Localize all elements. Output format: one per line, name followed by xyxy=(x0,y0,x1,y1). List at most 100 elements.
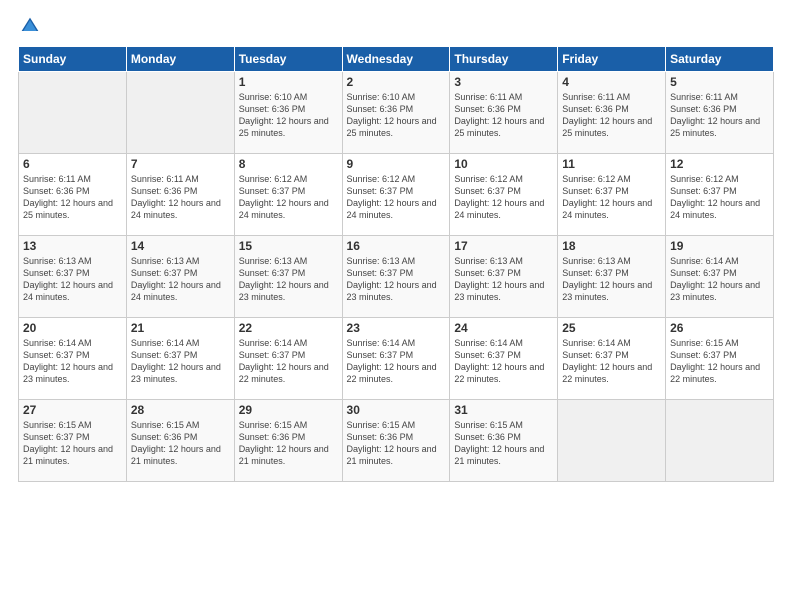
header xyxy=(18,16,774,36)
day-number: 29 xyxy=(239,403,338,417)
cell-info: Sunrise: 6:11 AMSunset: 6:36 PMDaylight:… xyxy=(670,91,769,140)
cell-info: Sunrise: 6:14 AMSunset: 6:37 PMDaylight:… xyxy=(454,337,553,386)
day-number: 10 xyxy=(454,157,553,171)
calendar-cell: 1 Sunrise: 6:10 AMSunset: 6:36 PMDaylight… xyxy=(234,72,342,154)
day-number: 12 xyxy=(670,157,769,171)
cell-info: Sunrise: 6:12 AMSunset: 6:37 PMDaylight:… xyxy=(562,173,661,222)
calendar-cell: 28Sunrise: 6:15 AMSunset: 6:36 PMDayligh… xyxy=(126,400,234,482)
calendar-cell: 26 Sunrise: 6:15 AMSunset: 6:37 PMDayligh… xyxy=(666,318,774,400)
calendar-cell: 14 Sunrise: 6:13 AMSunset: 6:37 PMDayligh… xyxy=(126,236,234,318)
calendar-cell: 12 Sunrise: 6:12 AMSunset: 6:37 PMDayligh… xyxy=(666,154,774,236)
cell-info: Sunrise: 6:14 AMSunset: 6:37 PMDaylight:… xyxy=(239,337,338,386)
cell-info: Sunrise: 6:14 AMSunset: 6:37 PMDaylight:… xyxy=(131,337,230,386)
week-row-3: 13Sunrise: 6:13 AMSunset: 6:37 PMDayligh… xyxy=(19,236,774,318)
cell-info: Sunrise: 6:15 AMSunset: 6:36 PMDaylight:… xyxy=(239,419,338,468)
calendar-cell: 9Sunrise: 6:12 AMSunset: 6:37 PMDaylight… xyxy=(342,154,450,236)
weekday-header-friday: Friday xyxy=(558,47,666,72)
cell-info: Sunrise: 6:15 AMSunset: 6:37 PMDaylight:… xyxy=(670,337,769,386)
day-number: 19 xyxy=(670,239,769,253)
weekday-header-row: SundayMondayTuesdayWednesdayThursdayFrid… xyxy=(19,47,774,72)
cell-info: Sunrise: 6:12 AMSunset: 6:37 PMDaylight:… xyxy=(239,173,338,222)
cell-info: Sunrise: 6:15 AMSunset: 6:36 PMDaylight:… xyxy=(131,419,230,468)
calendar-cell: 10 Sunrise: 6:12 AMSunset: 6:37 PMDayligh… xyxy=(450,154,558,236)
week-row-1: 1 Sunrise: 6:10 AMSunset: 6:36 PMDaylight… xyxy=(19,72,774,154)
cell-info: Sunrise: 6:11 AMSunset: 6:36 PMDaylight:… xyxy=(131,173,230,222)
calendar-cell: 30Sunrise: 6:15 AMSunset: 6:36 PMDayligh… xyxy=(342,400,450,482)
day-number: 26 xyxy=(670,321,769,335)
cell-info: Sunrise: 6:12 AMSunset: 6:37 PMDaylight:… xyxy=(670,173,769,222)
day-number: 11 xyxy=(562,157,661,171)
calendar-cell: 5 Sunrise: 6:11 AMSunset: 6:36 PMDaylight… xyxy=(666,72,774,154)
calendar-cell: 6 Sunrise: 6:11 AMSunset: 6:36 PMDaylight… xyxy=(19,154,127,236)
calendar-table: SundayMondayTuesdayWednesdayThursdayFrid… xyxy=(18,46,774,482)
day-number: 20 xyxy=(23,321,122,335)
weekday-header-sunday: Sunday xyxy=(19,47,127,72)
calendar-cell: 3 Sunrise: 6:11 AMSunset: 6:36 PMDaylight… xyxy=(450,72,558,154)
day-number: 1 xyxy=(239,75,338,89)
cell-info: Sunrise: 6:10 AMSunset: 6:36 PMDaylight:… xyxy=(347,91,446,140)
calendar-cell: 17Sunrise: 6:13 AMSunset: 6:37 PMDayligh… xyxy=(450,236,558,318)
calendar-cell: 15Sunrise: 6:13 AMSunset: 6:37 PMDayligh… xyxy=(234,236,342,318)
weekday-header-monday: Monday xyxy=(126,47,234,72)
day-number: 18 xyxy=(562,239,661,253)
day-number: 31 xyxy=(454,403,553,417)
cell-info: Sunrise: 6:13 AMSunset: 6:37 PMDaylight:… xyxy=(562,255,661,304)
calendar-cell: 2 Sunrise: 6:10 AMSunset: 6:36 PMDaylight… xyxy=(342,72,450,154)
cell-info: Sunrise: 6:15 AMSunset: 6:36 PMDaylight:… xyxy=(454,419,553,468)
cell-info: Sunrise: 6:15 AMSunset: 6:37 PMDaylight:… xyxy=(23,419,122,468)
calendar-cell: 22 Sunrise: 6:14 AMSunset: 6:37 PMDayligh… xyxy=(234,318,342,400)
calendar-cell: 4 Sunrise: 6:11 AMSunset: 6:36 PMDaylight… xyxy=(558,72,666,154)
cell-info: Sunrise: 6:14 AMSunset: 6:37 PMDaylight:… xyxy=(347,337,446,386)
cell-info: Sunrise: 6:13 AMSunset: 6:37 PMDaylight:… xyxy=(239,255,338,304)
day-number: 5 xyxy=(670,75,769,89)
cell-info: Sunrise: 6:12 AMSunset: 6:37 PMDaylight:… xyxy=(454,173,553,222)
cell-info: Sunrise: 6:13 AMSunset: 6:37 PMDaylight:… xyxy=(131,255,230,304)
cell-info: Sunrise: 6:10 AMSunset: 6:36 PMDaylight:… xyxy=(239,91,338,140)
cell-info: Sunrise: 6:11 AMSunset: 6:36 PMDaylight:… xyxy=(454,91,553,140)
calendar-cell: 31 Sunrise: 6:15 AMSunset: 6:36 PMDayligh… xyxy=(450,400,558,482)
calendar-cell: 11 Sunrise: 6:12 AMSunset: 6:37 PMDayligh… xyxy=(558,154,666,236)
cell-info: Sunrise: 6:14 AMSunset: 6:37 PMDaylight:… xyxy=(670,255,769,304)
cell-info: Sunrise: 6:12 AMSunset: 6:37 PMDaylight:… xyxy=(347,173,446,222)
week-row-2: 6 Sunrise: 6:11 AMSunset: 6:36 PMDaylight… xyxy=(19,154,774,236)
calendar-cell: 25Sunrise: 6:14 AMSunset: 6:37 PMDayligh… xyxy=(558,318,666,400)
logo-icon xyxy=(20,16,40,36)
day-number: 22 xyxy=(239,321,338,335)
cell-info: Sunrise: 6:11 AMSunset: 6:36 PMDaylight:… xyxy=(562,91,661,140)
weekday-header-thursday: Thursday xyxy=(450,47,558,72)
cell-info: Sunrise: 6:14 AMSunset: 6:37 PMDaylight:… xyxy=(23,337,122,386)
day-number: 6 xyxy=(23,157,122,171)
day-number: 24 xyxy=(454,321,553,335)
calendar-cell: 20 Sunrise: 6:14 AMSunset: 6:37 PMDayligh… xyxy=(19,318,127,400)
weekday-header-tuesday: Tuesday xyxy=(234,47,342,72)
calendar-cell: 18 Sunrise: 6:13 AMSunset: 6:37 PMDayligh… xyxy=(558,236,666,318)
day-number: 17 xyxy=(454,239,553,253)
page: SundayMondayTuesdayWednesdayThursdayFrid… xyxy=(0,0,792,612)
day-number: 14 xyxy=(131,239,230,253)
calendar-header: SundayMondayTuesdayWednesdayThursdayFrid… xyxy=(19,47,774,72)
week-row-5: 27 Sunrise: 6:15 AMSunset: 6:37 PMDayligh… xyxy=(19,400,774,482)
weekday-header-wednesday: Wednesday xyxy=(342,47,450,72)
day-number: 16 xyxy=(347,239,446,253)
calendar-body: 1 Sunrise: 6:10 AMSunset: 6:36 PMDaylight… xyxy=(19,72,774,482)
day-number: 27 xyxy=(23,403,122,417)
calendar-cell: 23Sunrise: 6:14 AMSunset: 6:37 PMDayligh… xyxy=(342,318,450,400)
day-number: 3 xyxy=(454,75,553,89)
calendar-cell: 7 Sunrise: 6:11 AMSunset: 6:36 PMDaylight… xyxy=(126,154,234,236)
day-number: 8 xyxy=(239,157,338,171)
cell-info: Sunrise: 6:13 AMSunset: 6:37 PMDaylight:… xyxy=(347,255,446,304)
calendar-cell xyxy=(19,72,127,154)
week-row-4: 20 Sunrise: 6:14 AMSunset: 6:37 PMDayligh… xyxy=(19,318,774,400)
logo-area xyxy=(18,16,40,36)
calendar-cell: 24 Sunrise: 6:14 AMSunset: 6:37 PMDayligh… xyxy=(450,318,558,400)
day-number: 21 xyxy=(131,321,230,335)
cell-info: Sunrise: 6:14 AMSunset: 6:37 PMDaylight:… xyxy=(562,337,661,386)
calendar-cell: 21 Sunrise: 6:14 AMSunset: 6:37 PMDayligh… xyxy=(126,318,234,400)
day-number: 4 xyxy=(562,75,661,89)
weekday-header-saturday: Saturday xyxy=(666,47,774,72)
cell-info: Sunrise: 6:11 AMSunset: 6:36 PMDaylight:… xyxy=(23,173,122,222)
calendar-cell: 27 Sunrise: 6:15 AMSunset: 6:37 PMDayligh… xyxy=(19,400,127,482)
day-number: 7 xyxy=(131,157,230,171)
calendar-cell xyxy=(558,400,666,482)
day-number: 2 xyxy=(347,75,446,89)
